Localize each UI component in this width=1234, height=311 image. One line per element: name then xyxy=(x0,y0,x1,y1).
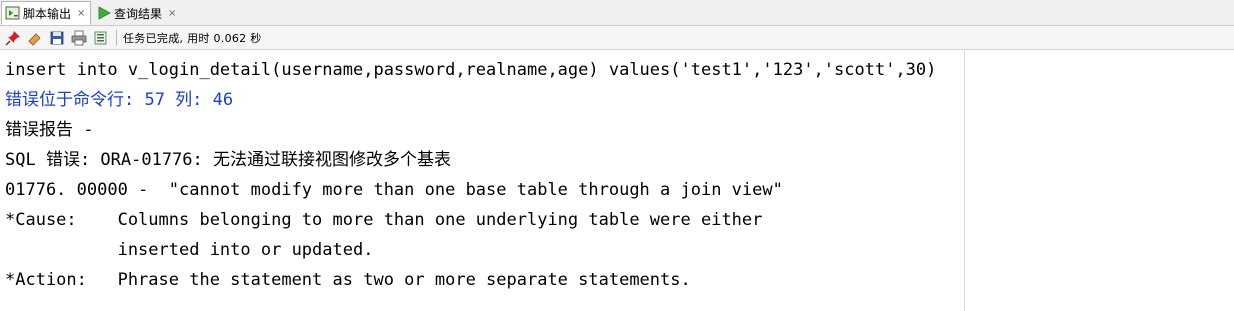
save-icon[interactable] xyxy=(47,29,66,47)
tab-label: 查询结果 xyxy=(114,6,163,21)
output-line-error-code: 01776. 00000 - "cannot modify more than … xyxy=(5,180,783,200)
eraser-icon[interactable] xyxy=(25,29,44,47)
tab-bar: 脚本输出 × 查询结果 × xyxy=(0,0,1234,26)
export-icon[interactable] xyxy=(91,29,110,47)
close-icon[interactable]: × xyxy=(77,8,85,19)
pin-icon[interactable] xyxy=(3,29,22,47)
output-toolbar: 任务已完成, 用时 0.062 秒 xyxy=(0,26,1234,50)
output-line-action: *Action: Phrase the statement as two or … xyxy=(5,270,691,290)
tab-label: 脚本输出 xyxy=(23,6,72,21)
output-line-cause: *Cause: Columns belonging to more than o… xyxy=(5,210,763,230)
task-status: 任务已完成, 用时 0.062 秒 xyxy=(123,31,262,45)
script-output-icon xyxy=(5,5,21,21)
tab-query-result[interactable]: 查询结果 × xyxy=(93,1,183,25)
output-line-error-report: 错误报告 - xyxy=(5,120,94,140)
output-line-sql-error: SQL 错误: ORA-01776: 无法通过联接视图修改多个基表 xyxy=(5,150,451,170)
right-margin-line xyxy=(964,51,965,311)
output-line-error-position: 错误位于命令行: 57 列: 46 xyxy=(5,90,234,110)
script-output-area[interactable]: insert into v_login_detail(username,pass… xyxy=(0,51,1234,311)
toolbar-divider xyxy=(116,29,117,46)
print-icon[interactable] xyxy=(69,29,88,47)
close-icon[interactable]: × xyxy=(168,8,176,19)
run-query-icon xyxy=(96,5,112,21)
output-line-sql: insert into v_login_detail(username,pass… xyxy=(5,60,937,80)
output-line-cause-cont: inserted into or updated. xyxy=(5,240,374,260)
tab-script-output[interactable]: 脚本输出 × xyxy=(1,1,91,25)
